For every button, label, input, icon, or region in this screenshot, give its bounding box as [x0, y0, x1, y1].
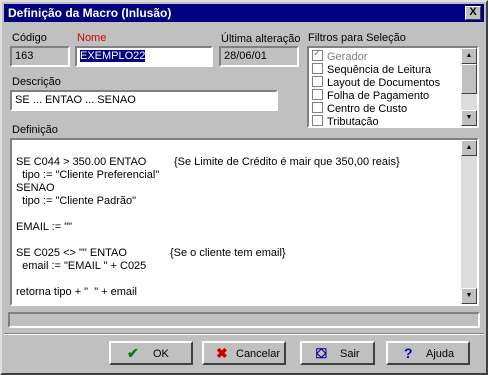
question-icon: ?	[404, 345, 413, 361]
filtro-item-label: Gerador	[327, 51, 368, 63]
checkbox-icon[interactable]	[312, 76, 323, 87]
codigo-field: 163	[10, 46, 70, 67]
sair-button-label: Sair	[340, 348, 360, 360]
cancelar-button[interactable]: ✖ Cancelar	[202, 341, 286, 365]
filtro-item-gerador[interactable]: Gerador	[312, 48, 368, 63]
close-button[interactable]: X	[465, 6, 481, 20]
code-line: SE C025 <> "" ENTAO	[16, 247, 127, 259]
code-comment: {Se o cliente tem email}	[170, 247, 286, 259]
nome-input[interactable]: EXEMPLO22	[75, 46, 213, 67]
codigo-label: Código	[12, 32, 47, 44]
check-icon: ✔	[127, 345, 139, 361]
filtro-item-layout[interactable]: Layout de Documentos	[312, 76, 440, 89]
code-line: EMAIL := ""	[16, 221, 73, 233]
x-icon: ✖	[216, 345, 228, 361]
code-line: SENAO	[16, 182, 55, 194]
definicao-label: Definição	[12, 124, 58, 136]
filtro-item-tributacao[interactable]: Tributação	[312, 115, 379, 128]
checkbox-icon[interactable]	[312, 89, 323, 100]
filtros-label: Filtros para Seleção	[308, 32, 406, 44]
dialog-window: Definição da Macro (Inlusão) X Código 16…	[0, 0, 488, 375]
code-line: tipo := "Cliente Preferencial"	[16, 169, 160, 181]
descricao-value: SE ... ENTAO ... SENAO	[15, 94, 136, 106]
scroll-down-arrow-icon[interactable]: ▼	[461, 288, 477, 304]
checkbox-icon[interactable]	[312, 115, 323, 126]
title-bar[interactable]: Definição da Macro (Inlusão) X	[4, 4, 484, 22]
code-line: SE C044 > 350.00 ENTAO	[16, 156, 147, 168]
scroll-up-arrow-icon[interactable]: ▲	[461, 48, 477, 64]
code-comment: {Se Limite de Crédito é mair que 350,00 …	[174, 156, 400, 168]
filtro-item-label: Folha de Pagamento	[327, 90, 430, 102]
ok-button[interactable]: ✔ OK	[109, 341, 193, 365]
code-line: email := "EMAIL " + C025	[16, 260, 147, 272]
door-icon: ⛋	[316, 345, 327, 361]
sair-button[interactable]: ⛋ Sair	[300, 341, 375, 365]
ajuda-button[interactable]: ? Ajuda	[386, 341, 470, 365]
descricao-input[interactable]: SE ... ENTAO ... SENAO	[10, 90, 278, 111]
scroll-down-arrow-icon[interactable]: ▼	[461, 110, 477, 126]
descricao-label: Descrição	[12, 76, 61, 88]
status-bar	[8, 312, 480, 328]
ultima-label: Última alteração	[221, 33, 301, 45]
filtro-item-label: Centro de Custo	[327, 103, 408, 115]
filtro-item-sequencia[interactable]: Sequência de Leitura	[312, 63, 431, 76]
code-line: retorna tipo + " " + email	[16, 286, 137, 298]
scroll-up-arrow-icon[interactable]: ▲	[461, 140, 477, 156]
filtros-scrollbar[interactable]: ▲ ▼	[461, 48, 477, 126]
codigo-value: 163	[15, 50, 34, 62]
nome-label: Nome	[77, 32, 107, 44]
ultima-field: 28/06/01	[219, 46, 299, 67]
filtro-item-label: Sequência de Leitura	[327, 64, 431, 76]
ajuda-button-label: Ajuda	[426, 348, 455, 360]
scroll-thumb[interactable]	[461, 64, 477, 94]
checkbox-checked-icon[interactable]	[312, 48, 323, 61]
ok-button-label: OK	[153, 348, 169, 360]
window-title: Definição da Macro (Inlusão)	[8, 6, 172, 20]
ultima-value: 28/06/01	[224, 50, 267, 62]
cancelar-button-label: Cancelar	[236, 348, 281, 360]
definicao-scrollbar[interactable]: ▲ ▼	[461, 140, 477, 304]
nome-value: EXEMPLO22	[80, 50, 146, 62]
filtro-item-centro[interactable]: Centro de Custo	[312, 102, 407, 115]
filtro-item-label: Tributação	[327, 116, 379, 128]
filtro-item-label: Layout de Documentos	[327, 77, 441, 89]
filtros-list[interactable]: Gerador Sequência de Leitura Layout de D…	[307, 46, 479, 128]
checkbox-icon[interactable]	[312, 63, 323, 74]
filtro-item-folha[interactable]: Folha de Pagamento	[312, 89, 429, 102]
button-separator	[4, 333, 484, 335]
code-line: tipo := "Cliente Padrão"	[16, 195, 137, 207]
checkbox-icon[interactable]	[312, 102, 323, 113]
definicao-textarea[interactable]: SE C044 > 350.00 ENTAO {Se Limite de Cré…	[10, 138, 479, 306]
